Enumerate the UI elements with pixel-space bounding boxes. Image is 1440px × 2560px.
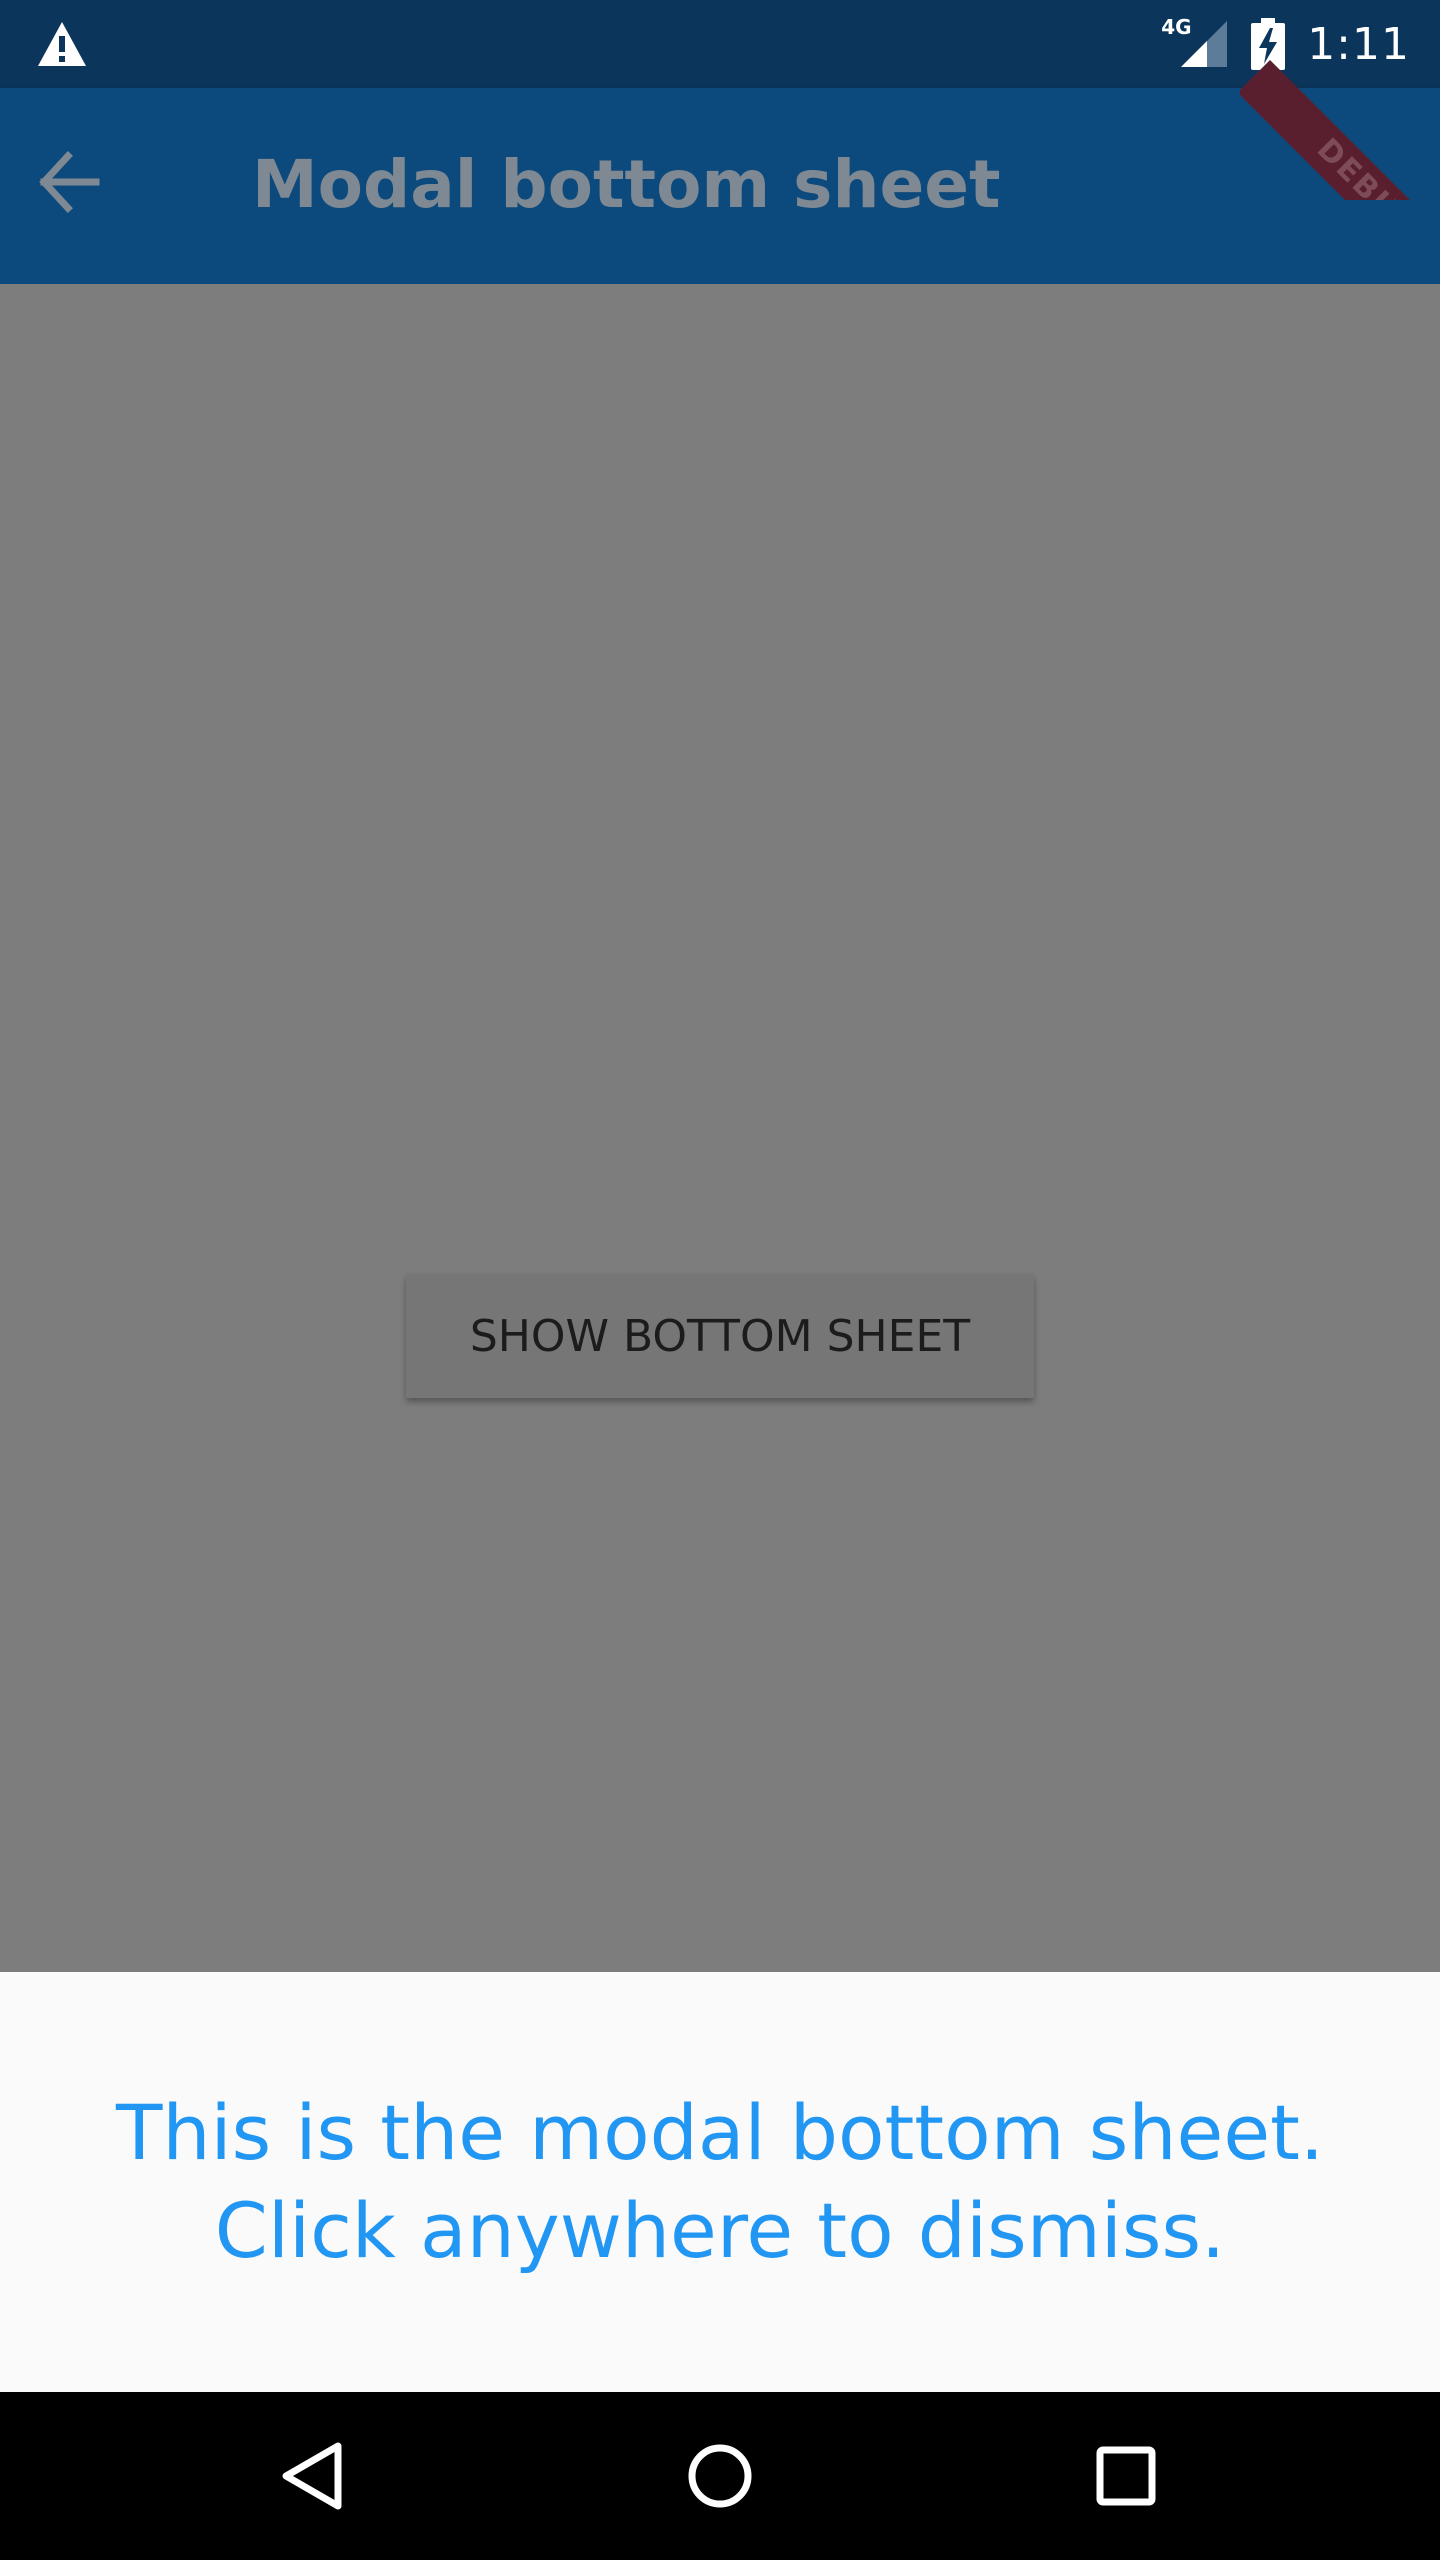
status-bar: 4G 1:11: [0, 0, 1440, 88]
bottom-sheet-line-1: This is the modal bottom sheet.: [115, 2088, 1325, 2177]
bottom-sheet-message: This is the modal bottom sheet. Click an…: [70, 2084, 1370, 2280]
warning-icon: [36, 20, 88, 68]
status-icons: 4G 1:11: [1161, 10, 1410, 78]
status-time: 1:11: [1307, 18, 1410, 70]
system-nav-bar: [0, 2392, 1440, 2560]
nav-home-icon[interactable]: [676, 2432, 764, 2520]
signal-icon: 4G: [1161, 15, 1229, 69]
app-bar: Modal bottom sheet: [0, 88, 1440, 284]
nav-back-icon[interactable]: [270, 2432, 358, 2520]
bottom-sheet[interactable]: This is the modal bottom sheet. Click an…: [0, 1972, 1440, 2392]
modal-scrim[interactable]: SHOW BOTTOM SHEET: [0, 284, 1440, 1972]
bottom-sheet-line-2: Click anywhere to dismiss.: [214, 2186, 1226, 2275]
page-title: Modal bottom sheet: [252, 146, 1001, 223]
arrow-back-icon[interactable]: [36, 148, 104, 216]
nav-recents-icon[interactable]: [1082, 2432, 1170, 2520]
battery-charging-icon: [1251, 18, 1286, 70]
show-bottom-sheet-button[interactable]: SHOW BOTTOM SHEET: [406, 1274, 1034, 1398]
